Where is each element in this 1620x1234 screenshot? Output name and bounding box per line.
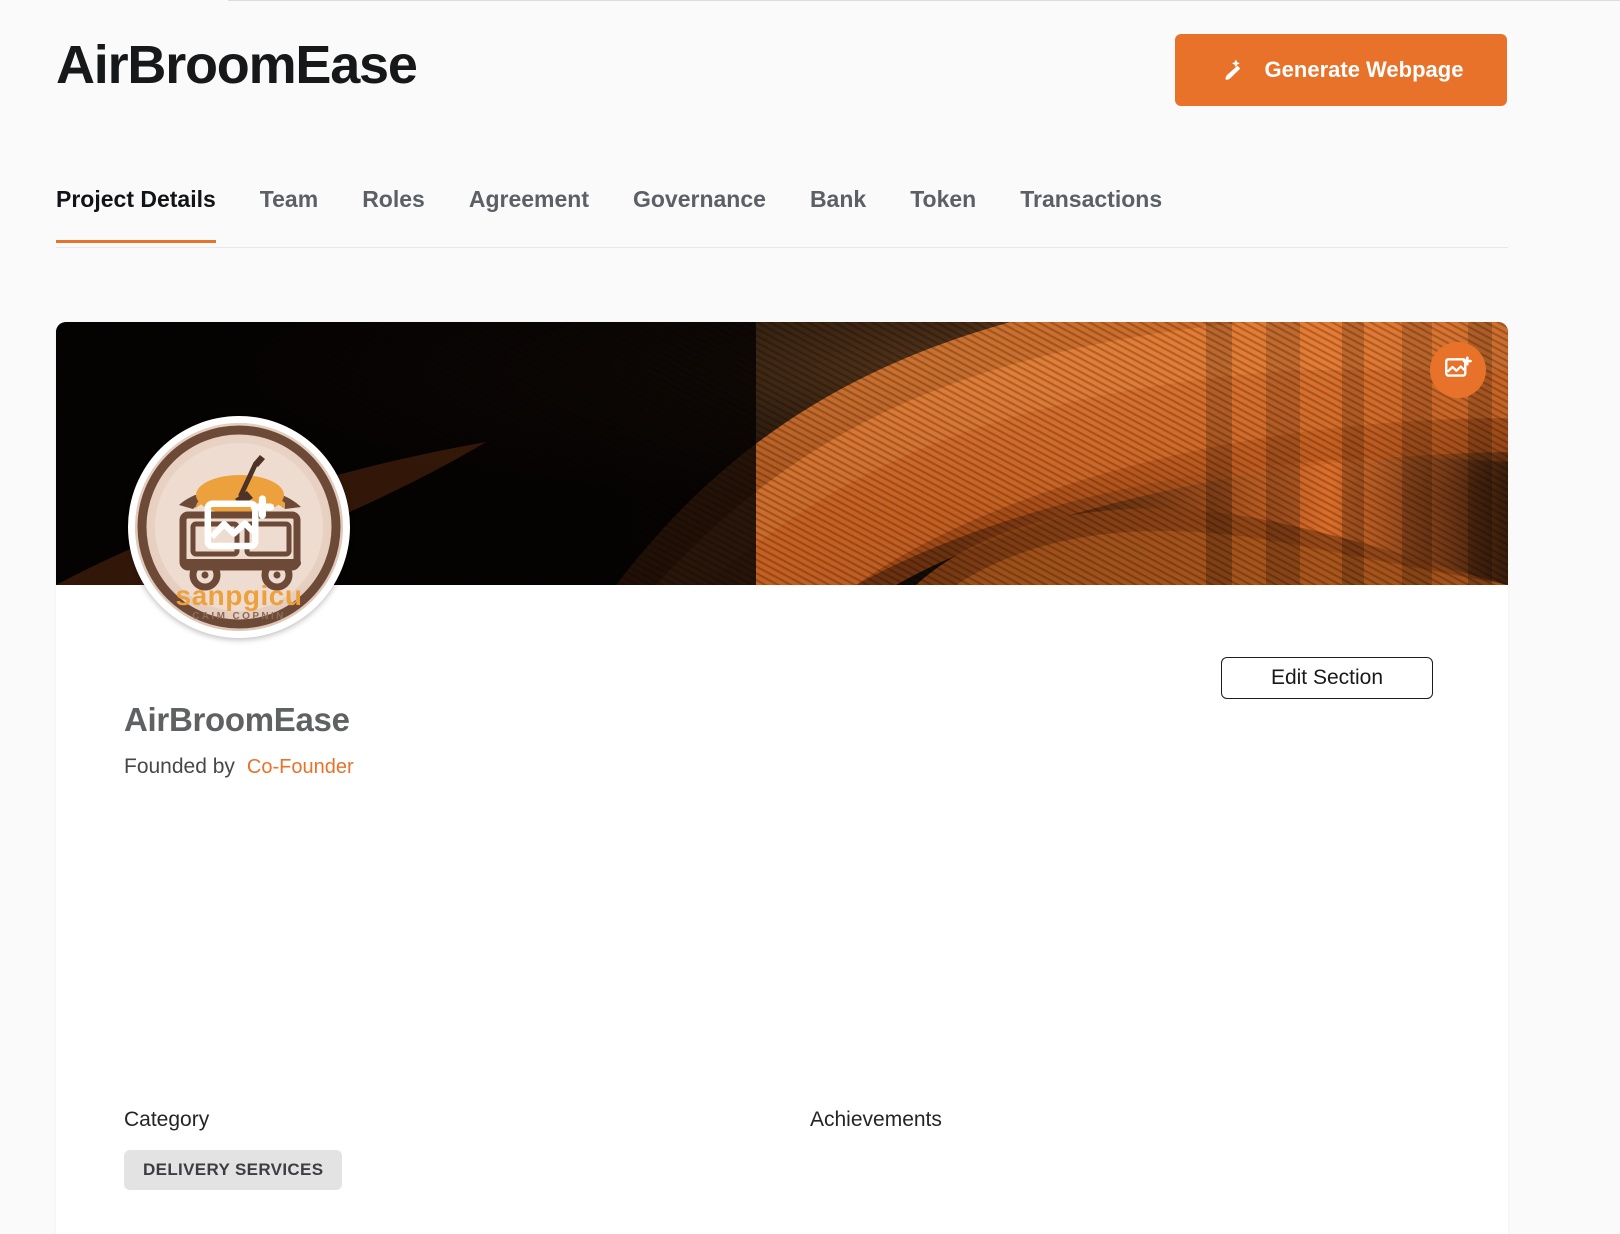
- edit-section-button[interactable]: Edit Section: [1221, 657, 1433, 699]
- banner-upload-button[interactable]: [1430, 342, 1486, 398]
- project-card: sanpgicu CAIM COPNIN Edit Section AirBro…: [56, 322, 1508, 1234]
- founder-role-link[interactable]: Co-Founder: [247, 756, 354, 779]
- add-image-icon: [1443, 354, 1473, 387]
- magic-wand-icon: [1219, 55, 1249, 85]
- tab-agreement[interactable]: Agreement: [469, 182, 589, 243]
- category-label: Category: [124, 1108, 210, 1131]
- tab-transactions[interactable]: Transactions: [1020, 182, 1162, 243]
- tab-bar: Project Details Team Roles Agreement Gov…: [0, 182, 1620, 250]
- category-chip[interactable]: DELIVERY SERVICES: [124, 1150, 343, 1190]
- achievements-field: Achievements: [810, 1108, 942, 1132]
- founded-by-row: Founded by Co-Founder: [124, 755, 354, 779]
- founded-by-label: Founded by: [124, 755, 235, 778]
- tab-list: Project Details Team Roles Agreement Gov…: [56, 182, 1206, 248]
- project-card-body: Edit Section AirBroomEase Founded by Co-…: [56, 585, 1508, 1234]
- project-details-page: AirBroomEase Generate Webpage Project De…: [0, 0, 1620, 1234]
- achievements-label: Achievements: [810, 1108, 942, 1131]
- page-header: AirBroomEase Generate Webpage: [0, 0, 1620, 170]
- page-title: AirBroomEase: [56, 35, 418, 95]
- tab-roles[interactable]: Roles: [362, 182, 425, 243]
- category-field: Category DELIVERY SERVICES: [124, 1108, 343, 1190]
- tab-project-details[interactable]: Project Details: [56, 182, 216, 243]
- tab-token[interactable]: Token: [910, 182, 976, 243]
- tab-bank[interactable]: Bank: [810, 182, 866, 243]
- avatar-add-image-icon[interactable]: [200, 490, 278, 573]
- tab-team[interactable]: Team: [260, 182, 318, 243]
- tab-governance[interactable]: Governance: [633, 182, 766, 243]
- generate-webpage-button[interactable]: Generate Webpage: [1175, 34, 1507, 106]
- svg-text:CAIM COPNIN: CAIM COPNIN: [192, 611, 286, 622]
- project-avatar[interactable]: sanpgicu CAIM COPNIN: [128, 416, 350, 638]
- svg-text:sanpgicu: sanpgicu: [176, 580, 303, 611]
- generate-webpage-label: Generate Webpage: [1264, 57, 1464, 82]
- tab-bar-divider: [56, 247, 1508, 248]
- project-name: AirBroomEase: [124, 701, 350, 738]
